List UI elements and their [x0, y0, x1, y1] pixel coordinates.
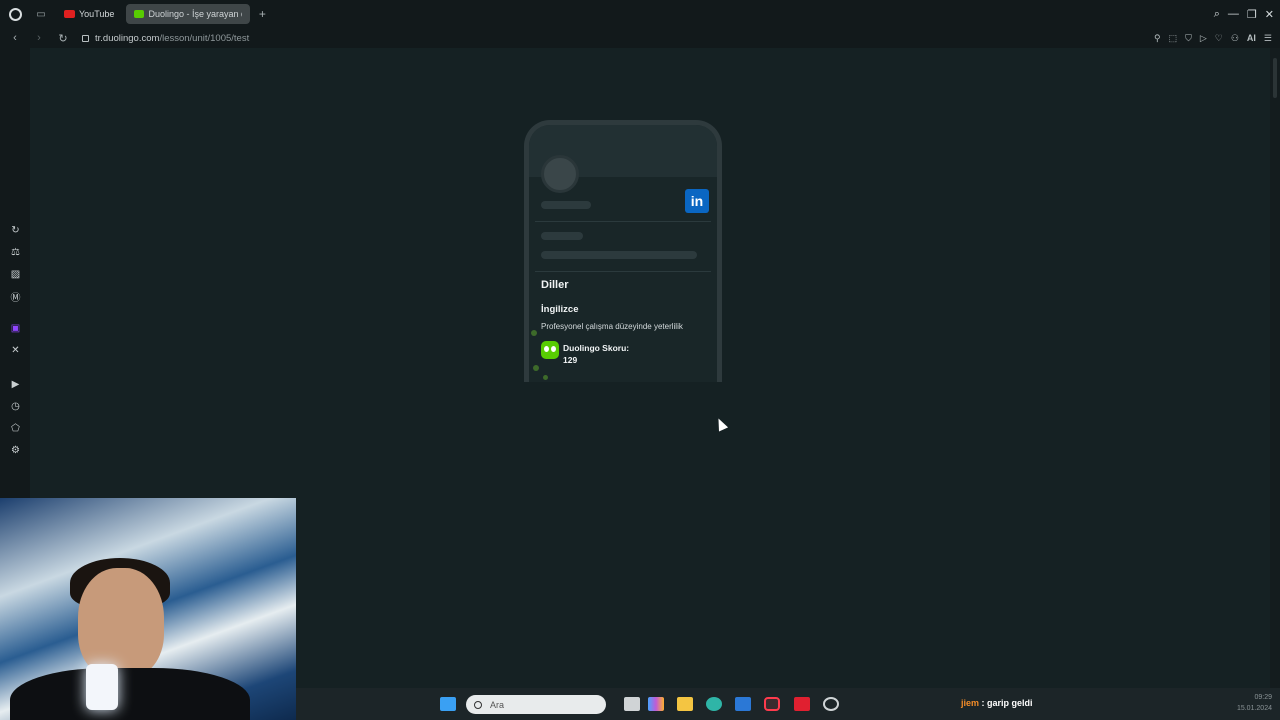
- stream-chat-message: jiem : garip geldi: [961, 698, 1033, 708]
- profile-icon[interactable]: ⚇: [1231, 33, 1239, 44]
- clock-time: 09:29: [1254, 694, 1272, 701]
- divider: [535, 221, 711, 222]
- sparkle-dot: [543, 375, 548, 380]
- m-app-icon[interactable]: Ⓜ: [9, 290, 22, 304]
- lamp-light: [86, 664, 118, 710]
- chat-user: jiem: [961, 698, 980, 708]
- reload-icon[interactable]: ↻: [54, 29, 72, 47]
- section-title: Diller: [541, 279, 569, 291]
- easy-setup-icon[interactable]: ☰: [1264, 33, 1272, 44]
- snapshot-icon[interactable]: ⬚: [1169, 33, 1178, 44]
- url-path: /lesson/unit/1005/test: [159, 32, 250, 44]
- task-view-icon[interactable]: [624, 697, 640, 711]
- x-twitter-icon[interactable]: ✕: [9, 344, 22, 357]
- pin-icon[interactable]: ⚲: [1154, 33, 1161, 44]
- skeleton-line: [541, 251, 697, 259]
- proficiency-level: Profesyonel çalışma düzeyinde yeterlilik: [541, 322, 683, 331]
- divider: [535, 271, 711, 272]
- player-icon[interactable]: ▶: [9, 378, 22, 391]
- copilot-icon[interactable]: [648, 697, 664, 711]
- lock-icon: [82, 34, 89, 42]
- opera-taskbar-icon[interactable]: [764, 697, 780, 711]
- twitch-icon[interactable]: ▣: [9, 322, 22, 335]
- window-controls: ⌕ — ❐ ✕: [1214, 0, 1274, 28]
- taskbar-search-box[interactable]: Ara: [466, 695, 606, 714]
- sparkle-dot: [533, 365, 539, 371]
- edge-icon[interactable]: [706, 697, 722, 711]
- duolingo-owl-icon: [541, 341, 559, 359]
- url-field[interactable]: tr.duolingo.com/lesson/unit/1005/test: [82, 33, 249, 44]
- new-tab-button[interactable]: +: [254, 6, 270, 22]
- windows-taskbar: Ara jiem : garip geldi 09:29 15.01.2024: [296, 688, 1280, 720]
- aria-icon[interactable]: ↻: [9, 224, 22, 237]
- tab-label: YouTube: [79, 9, 115, 19]
- browser-window: ▭ YouTube Duolingo - İşe yarayan de + ⌕ …: [0, 0, 1280, 720]
- settings-gear-icon[interactable]: ⚙: [9, 444, 22, 457]
- windows-start-icon[interactable]: [440, 697, 456, 711]
- score-label: Duolingo Skoru:: [563, 343, 630, 353]
- search-icon: [474, 700, 482, 709]
- duolingo-icon: [134, 10, 145, 18]
- play-icon[interactable]: ▷: [1200, 33, 1207, 44]
- linkedin-icon: in: [685, 189, 709, 213]
- shield-icon[interactable]: ⛉: [1185, 33, 1192, 44]
- avatar: [541, 155, 579, 193]
- minimize-button[interactable]: —: [1228, 8, 1239, 20]
- system-tray-clock[interactable]: 09:29 15.01.2024: [1237, 692, 1272, 714]
- language-name: İngilizce: [541, 304, 579, 315]
- file-explorer-icon[interactable]: [677, 697, 693, 711]
- store-icon[interactable]: [735, 697, 751, 711]
- score-value: 129: [563, 355, 578, 365]
- tab-islands-icon[interactable]: ▭: [30, 0, 52, 28]
- search-tabs-icon[interactable]: ⌕: [1214, 8, 1220, 21]
- maximize-button[interactable]: ❐: [1247, 8, 1257, 21]
- close-window-button[interactable]: ✕: [1265, 8, 1274, 21]
- app-circle-icon[interactable]: [823, 697, 839, 711]
- phone-illustration: in Diller İngilizce Profesyonel çalışma …: [524, 120, 722, 382]
- address-bar: ‹ › ↻ tr.duolingo.com/lesson/unit/1005/t…: [0, 28, 1280, 48]
- scrollbar[interactable]: [1270, 48, 1280, 688]
- skeleton-line: [541, 201, 591, 209]
- aria-ai-button[interactable]: AI: [1247, 33, 1256, 43]
- person-body: [10, 668, 250, 720]
- image-editor-icon[interactable]: ▨: [9, 268, 22, 281]
- person-face: [78, 568, 164, 678]
- forward-icon[interactable]: ›: [30, 29, 48, 47]
- webcam-overlay: [0, 498, 296, 720]
- opera-menu-icon[interactable]: [0, 0, 30, 28]
- tab-label: Duolingo - İşe yarayan de: [148, 9, 243, 19]
- search-placeholder: Ara: [490, 699, 505, 710]
- history-icon[interactable]: ◷: [9, 400, 22, 413]
- clock-date: 15.01.2024: [1236, 705, 1272, 712]
- heart-icon[interactable]: ♡: [1215, 33, 1223, 44]
- extensions-icon[interactable]: ⬠: [9, 422, 22, 435]
- skeleton-line: [541, 232, 583, 240]
- back-icon[interactable]: ‹: [6, 29, 24, 47]
- sparkle-dot: [531, 330, 537, 336]
- tab-youtube[interactable]: YouTube: [56, 4, 122, 24]
- tab-duolingo[interactable]: Duolingo - İşe yarayan de: [126, 4, 251, 24]
- opera-sidebar: ↻ ⚖ ▨ Ⓜ ▣ ✕ ▶ ◷ ⬠ ⚙: [0, 48, 30, 498]
- address-bar-actions: ⚲ ⬚ ⛉ ▷ ♡ ⚇ AI ☰: [1154, 28, 1272, 48]
- youtube-icon: [64, 10, 75, 18]
- crypto-wallet-icon[interactable]: ⚖: [9, 246, 22, 259]
- url-host: tr.duolingo.com: [95, 32, 160, 44]
- app-red-icon[interactable]: [794, 697, 810, 711]
- tab-bar: ▭ YouTube Duolingo - İşe yarayan de + ⌕ …: [0, 0, 1280, 28]
- chat-text: : garip geldi: [979, 698, 1033, 708]
